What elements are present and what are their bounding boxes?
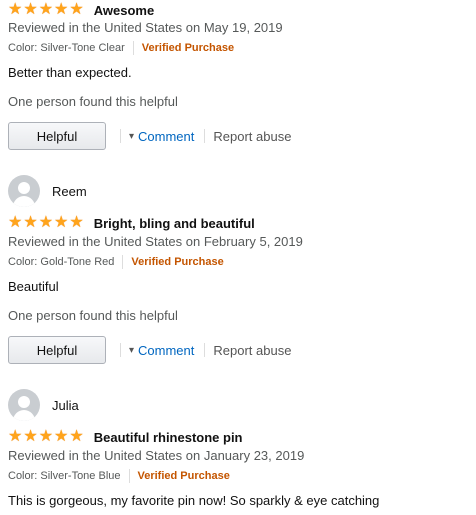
star-icon: ★ <box>38 214 54 231</box>
divider <box>204 343 206 357</box>
divider <box>204 129 206 143</box>
star-icon: ★ <box>23 428 38 445</box>
review-date: Reviewed in the United States on January… <box>8 448 305 463</box>
star-icon: ★ <box>69 1 84 18</box>
report-abuse-link[interactable]: Report abuse <box>213 343 291 358</box>
review-title[interactable]: Awesome <box>94 3 154 18</box>
review-title[interactable]: Beautiful rhinestone pin <box>94 430 243 445</box>
product-variant[interactable]: Color: Gold-Tone Red <box>8 256 114 268</box>
reviewer-name: Reem <box>52 183 87 199</box>
reviewer-profile[interactable]: Reem <box>8 175 87 207</box>
star-icon: ★ <box>23 1 38 18</box>
review-date: Reviewed in the United States on May 19,… <box>8 20 283 35</box>
product-variant[interactable]: Color: Silver-Tone Clear <box>8 42 125 54</box>
star-icon: ★ <box>54 1 69 18</box>
divider <box>132 41 134 55</box>
star-rating[interactable]: ★ ★ ★ ★ ★ <box>8 429 84 445</box>
default-avatar-icon <box>8 389 40 421</box>
review-body: Beautiful <box>8 279 59 294</box>
star-icon: ★ <box>38 428 54 445</box>
reviewer-profile[interactable]: Julia <box>8 389 79 421</box>
chevron-down-icon: ▾ <box>129 344 135 356</box>
comment-link[interactable]: ▾ Comment <box>129 129 194 144</box>
review-body: Better than expected. <box>8 65 132 80</box>
review-title[interactable]: Bright, bling and beautiful <box>94 216 255 231</box>
star-icon: ★ <box>8 214 23 231</box>
star-icon: ★ <box>54 428 69 445</box>
helpful-count: One person found this helpful <box>8 94 178 109</box>
divider <box>128 469 130 483</box>
helpful-button[interactable]: Helpful <box>8 122 106 150</box>
comment-label: Comment <box>138 128 195 144</box>
star-icon: ★ <box>69 214 84 231</box>
review-meta: Color: Gold-Tone Red Verified Purchase <box>8 255 224 269</box>
star-rating[interactable]: ★ ★ ★ ★ ★ <box>8 2 84 18</box>
review-body: This is gorgeous, my favorite pin now! S… <box>8 493 380 508</box>
review-actions: Helpful ▾ Comment Report abuse <box>8 121 291 151</box>
review-date: Reviewed in the United States on Februar… <box>8 234 303 249</box>
comment-link[interactable]: ▾ Comment <box>129 343 194 358</box>
review-title-row: ★ ★ ★ ★ ★ Beautiful rhinestone pin <box>8 427 243 447</box>
verified-purchase-badge: Verified Purchase <box>141 42 235 54</box>
divider <box>120 129 121 143</box>
helpful-button[interactable]: Helpful <box>8 336 106 364</box>
default-avatar-icon <box>8 175 40 207</box>
star-icon: ★ <box>38 1 54 18</box>
report-abuse-link[interactable]: Report abuse <box>213 129 291 144</box>
review-actions: Helpful ▾ Comment Report abuse <box>8 335 291 365</box>
star-icon: ★ <box>23 214 38 231</box>
star-rating[interactable]: ★ ★ ★ ★ ★ <box>8 215 84 231</box>
product-variant[interactable]: Color: Silver-Tone Blue <box>8 470 121 482</box>
verified-purchase-badge: Verified Purchase <box>137 470 230 482</box>
star-icon: ★ <box>69 428 84 445</box>
star-icon: ★ <box>8 428 23 445</box>
review-title-row: ★ ★ ★ ★ ★ Awesome <box>8 0 154 20</box>
comment-label: Comment <box>138 342 195 358</box>
reviewer-name: Julia <box>52 397 79 413</box>
review-title-row: ★ ★ ★ ★ ★ Bright, bling and beautiful <box>8 213 255 233</box>
chevron-down-icon: ▾ <box>129 130 135 142</box>
divider <box>120 343 121 357</box>
helpful-count: One person found this helpful <box>8 308 178 323</box>
review-meta: Color: Silver-Tone Clear Verified Purcha… <box>8 41 234 55</box>
divider <box>122 255 124 269</box>
review-meta: Color: Silver-Tone Blue Verified Purchas… <box>8 469 230 483</box>
verified-purchase-badge: Verified Purchase <box>131 256 224 268</box>
star-icon: ★ <box>54 214 69 231</box>
star-icon: ★ <box>8 1 23 18</box>
